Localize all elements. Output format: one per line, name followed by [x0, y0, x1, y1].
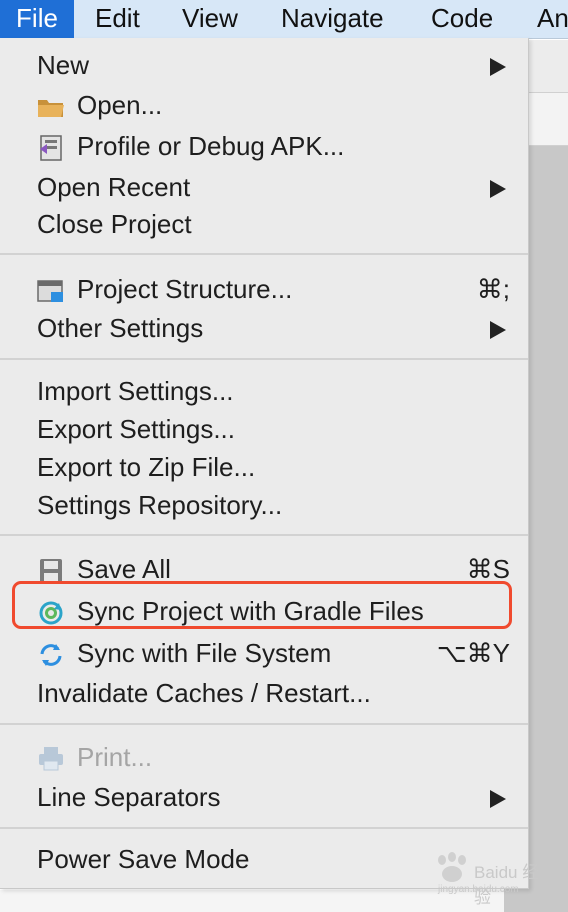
- menu-file[interactable]: File: [0, 0, 74, 38]
- menu-item-export-zip[interactable]: Export to Zip File...: [0, 448, 528, 486]
- watermark-text: Baidu 经验: [474, 863, 540, 907]
- menu-item-label: Close Project: [37, 209, 192, 239]
- menu-separator: [0, 723, 528, 725]
- apk-debug-icon: [37, 135, 65, 161]
- menu-navigate[interactable]: Navigate: [281, 0, 384, 38]
- menu-edit[interactable]: Edit: [95, 0, 140, 38]
- menu-item-label: Export to Zip File...: [37, 452, 256, 482]
- menu-separator: [0, 358, 528, 360]
- submenu-arrow-icon: [490, 790, 506, 808]
- menu-item-invalidate-caches[interactable]: Invalidate Caches / Restart...: [0, 674, 528, 712]
- menu-item-line-separators[interactable]: Line Separators: [0, 778, 528, 816]
- menu-analyze[interactable]: An: [537, 0, 568, 38]
- menu-item-close-project[interactable]: Close Project: [0, 205, 528, 243]
- highlight-annotation-box: [12, 581, 512, 629]
- menu-item-label: Import Settings...: [37, 376, 234, 406]
- menu-item-settings-repository[interactable]: Settings Repository...: [0, 486, 528, 524]
- menu-item-open-recent[interactable]: Open Recent: [0, 168, 528, 206]
- baidu-watermark: Baidu 经验 jingyan.baidu.com: [432, 852, 542, 907]
- menu-item-label: Save All: [77, 554, 171, 584]
- menu-item-other-settings[interactable]: Other Settings: [0, 309, 528, 347]
- printer-icon: [37, 746, 65, 772]
- paw-logo-icon: [438, 852, 466, 882]
- menu-item-label: Power Save Mode: [37, 844, 250, 874]
- menu-item-open[interactable]: Open...: [0, 86, 528, 124]
- menu-item-label: Other Settings: [37, 313, 204, 343]
- menu-item-sync-file-system[interactable]: Sync with File System ⌥⌘Y: [0, 634, 528, 672]
- editor-tab-strip: [528, 92, 568, 146]
- shortcut-label: ⌥⌘Y: [436, 638, 510, 668]
- menu-item-label: Invalidate Caches / Restart...: [37, 678, 371, 708]
- menu-item-profile-debug-apk[interactable]: Profile or Debug APK...: [0, 127, 528, 165]
- menu-view[interactable]: View: [182, 0, 238, 38]
- menu-bar: File Edit View Navigate Code An: [0, 0, 568, 39]
- menu-item-label: Sync with File System: [77, 638, 332, 668]
- menu-item-label: Settings Repository...: [37, 490, 283, 520]
- menu-item-label: Print...: [77, 742, 153, 772]
- menu-item-label: Line Separators: [37, 782, 221, 812]
- submenu-arrow-icon: [490, 321, 506, 339]
- submenu-arrow-icon: [490, 180, 506, 198]
- menu-item-new[interactable]: New: [0, 46, 528, 84]
- menu-item-export-settings[interactable]: Export Settings...: [0, 410, 528, 448]
- menu-item-label: Project Structure...: [77, 274, 293, 304]
- menu-item-print[interactable]: Print...: [0, 738, 528, 776]
- refresh-icon: [37, 642, 65, 668]
- menu-separator: [0, 827, 528, 829]
- menu-code[interactable]: Code: [431, 0, 493, 38]
- folder-icon: [37, 94, 65, 120]
- menu-item-label: Open Recent: [37, 172, 191, 202]
- watermark-sub: jingyan.baidu.com: [438, 884, 519, 895]
- menu-item-label: Export Settings...: [37, 414, 235, 444]
- menu-item-import-settings[interactable]: Import Settings...: [0, 372, 528, 410]
- menu-item-label: Profile or Debug APK...: [77, 131, 345, 161]
- shortcut-label: ⌘;: [476, 274, 510, 304]
- menu-separator: [0, 534, 528, 536]
- menu-item-label: New: [37, 50, 90, 80]
- submenu-arrow-icon: [490, 58, 506, 76]
- shortcut-label: ⌘S: [466, 554, 510, 584]
- window-bottom: [0, 890, 504, 912]
- project-structure-icon: [37, 278, 65, 304]
- menu-item-project-structure[interactable]: Project Structure... ⌘;: [0, 270, 528, 308]
- editor-toolbar-area: [528, 40, 568, 92]
- menu-item-label: Open...: [77, 90, 163, 120]
- file-menu-dropdown: New Open... Profile or Debug APK... Open…: [0, 38, 529, 889]
- menu-separator: [0, 253, 528, 255]
